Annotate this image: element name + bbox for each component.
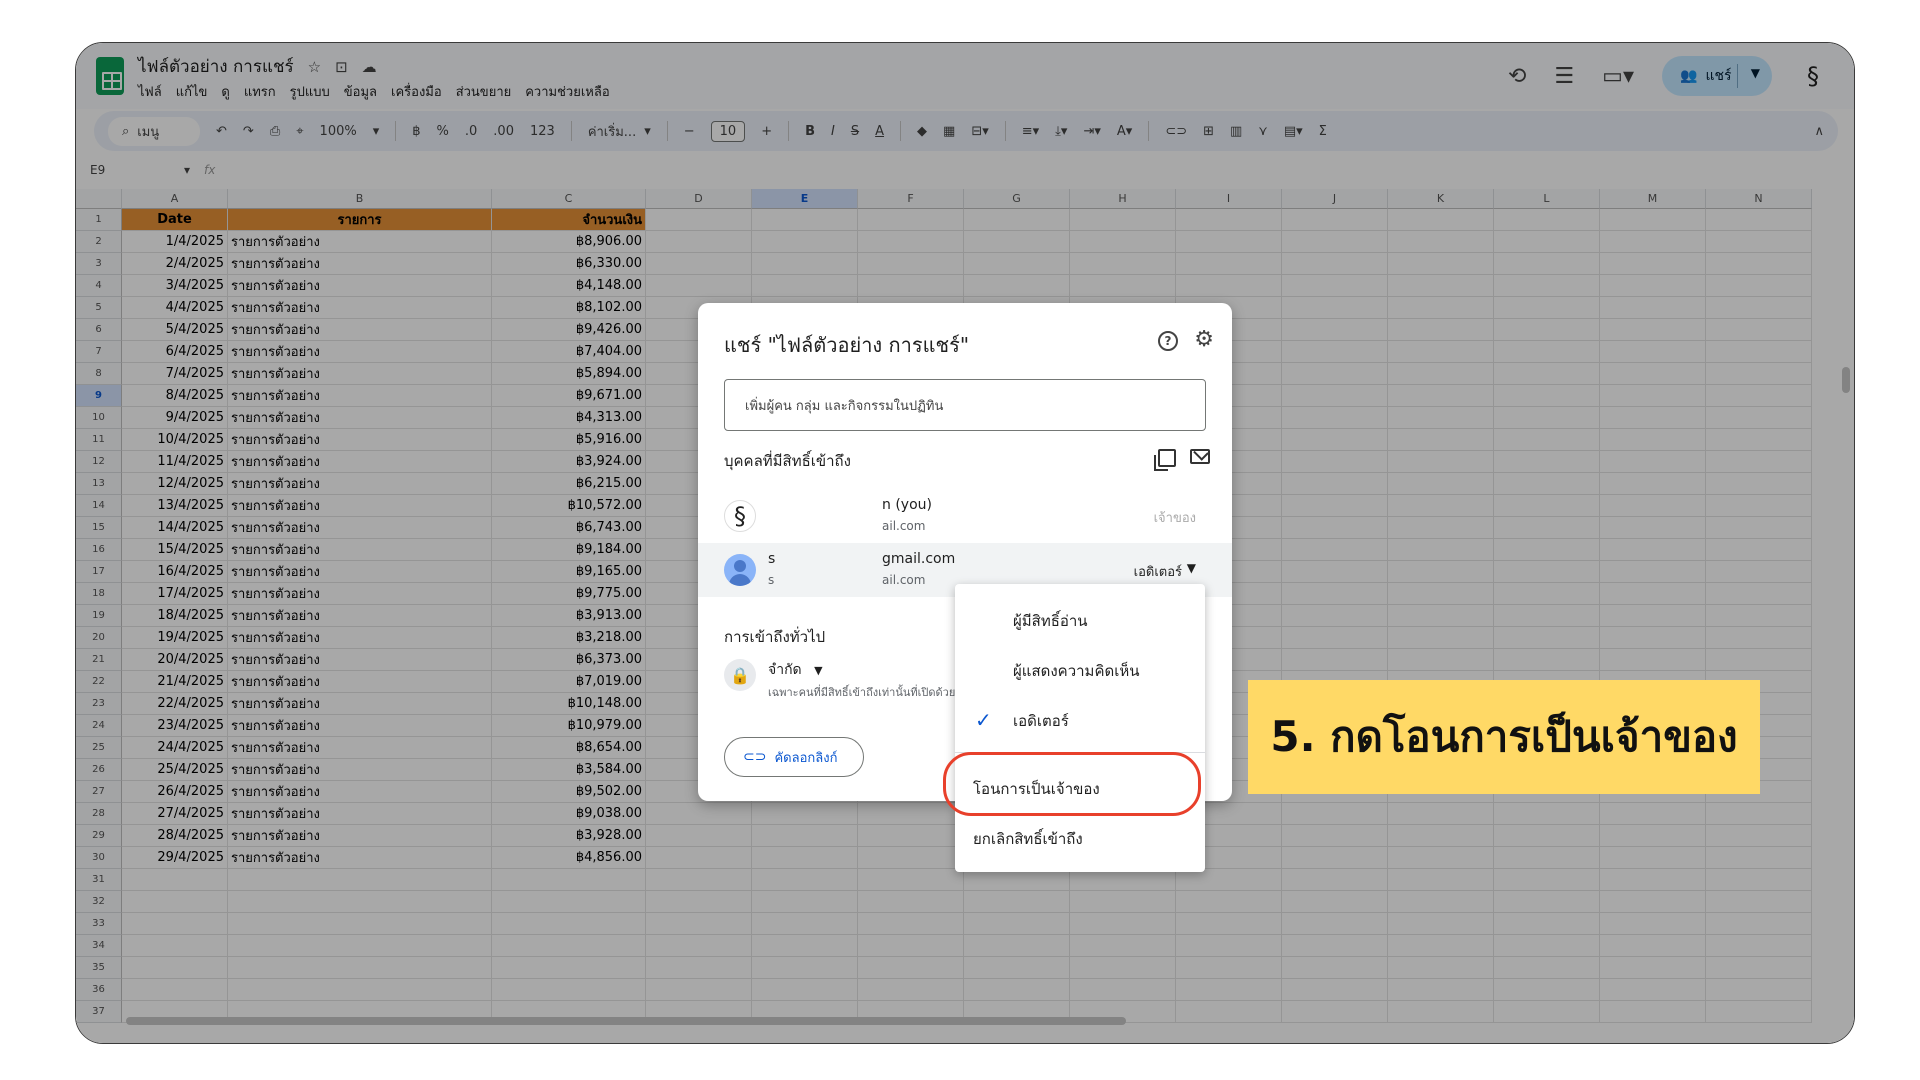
general-access-heading: การเข้าถึงทั่วไป <box>724 628 826 646</box>
remove-access-option[interactable]: ยกเลิกสิทธิ์เข้าถึง <box>955 814 1205 864</box>
link-icon: ⊂⊃ <box>743 749 767 765</box>
lock-icon: 🔒 <box>724 659 756 691</box>
person-email-head: s <box>768 573 775 587</box>
role-menu: ผู้มีสิทธิ์อ่าน ผู้แสดงความคิดเห็น ✓ เอด… <box>955 584 1205 872</box>
role-option-commenter[interactable]: ผู้แสดงความคิดเห็น <box>955 646 1205 696</box>
gear-icon[interactable]: ⚙ <box>1194 327 1214 352</box>
person-email: ail.com <box>882 519 926 533</box>
chevron-down-icon: ▼ <box>814 664 823 677</box>
add-people-input[interactable]: เพิ่มผู้คน กลุ่ม และกิจกรรมในปฏิทิน <box>724 379 1206 431</box>
access-level-label: จำกัด <box>768 662 802 678</box>
role-option-editor[interactable]: ✓ เอดิเตอร์ <box>955 696 1205 746</box>
chevron-down-icon[interactable]: ▼ <box>1187 561 1196 575</box>
access-description: เฉพาะคนที่มีสิทธิ์เข้าถึงเท่านั้นที่เปิด… <box>768 686 964 699</box>
person-row-owner: § n (you) ail.com เจ้าของ <box>698 489 1232 543</box>
role-option-editor-label: เอดิเตอร์ <box>1013 712 1069 730</box>
email-icon[interactable] <box>1190 449 1210 464</box>
copy-link-label: คัดลอกลิงก์ <box>774 750 838 766</box>
copy-link-button[interactable]: ⊂⊃ คัดลอกลิงก์ <box>724 737 864 777</box>
help-icon[interactable]: ? <box>1158 331 1178 351</box>
user-avatar <box>724 554 756 586</box>
highlight-ring <box>943 752 1201 816</box>
check-icon: ✓ <box>975 708 992 732</box>
access-level-dropdown[interactable]: จำกัด ▼ <box>768 659 823 681</box>
people-with-access-heading: บุคคลที่มีสิทธิ์เข้าถึง <box>724 452 851 470</box>
dialog-title: แชร์ "ไฟล์ตัวอย่าง การแชร์" <box>724 333 970 357</box>
copy-emails-icon[interactable] <box>1154 449 1176 471</box>
step-callout: 5. กดโอนการเป็นเจ้าของ <box>1248 680 1760 794</box>
person-name: n (you) <box>882 497 932 513</box>
role-option-viewer[interactable]: ผู้มีสิทธิ์อ่าน <box>955 596 1205 646</box>
person-name-tail: gmail.com <box>882 551 956 567</box>
person-email: ail.com <box>882 573 926 587</box>
owner-role: เจ้าของ <box>1153 511 1196 526</box>
role-dropdown[interactable]: เอดิเตอร์ <box>1134 561 1182 582</box>
owner-avatar: § <box>724 500 756 532</box>
person-name: s <box>768 551 776 567</box>
